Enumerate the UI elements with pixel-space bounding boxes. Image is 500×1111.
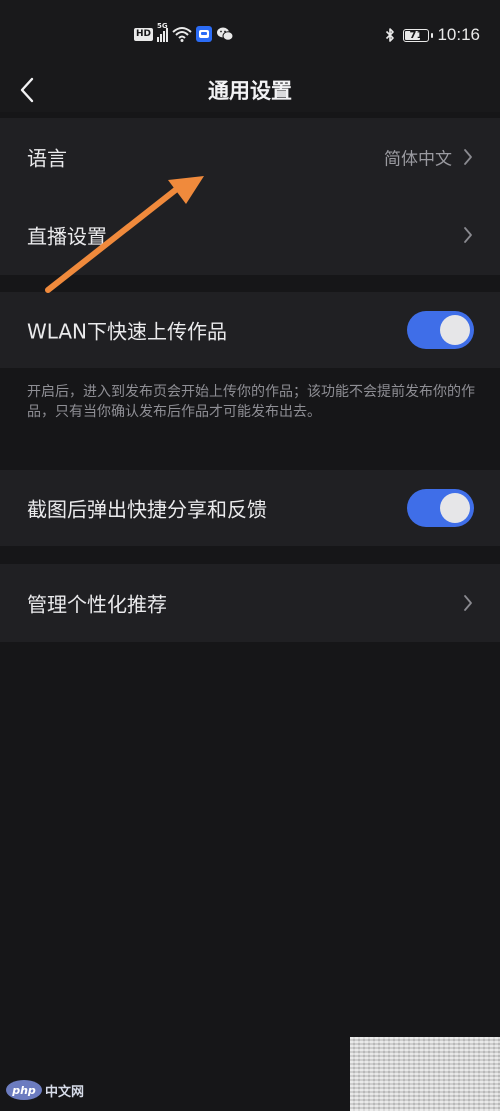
battery-icon: 71	[403, 28, 434, 42]
signal-icon: 5G	[157, 22, 169, 42]
wlan-upload-row: WLAN下快速上传作品	[0, 292, 500, 368]
wlan-upload-label: WLAN下快速上传作品	[27, 319, 228, 344]
bluetooth-icon	[386, 28, 395, 42]
general-settings-section: 语言 简体中文 直播设置	[0, 118, 500, 275]
chevron-right-icon	[462, 225, 474, 245]
chevron-right-icon	[462, 593, 474, 613]
toggle-knob	[440, 493, 470, 523]
network-type-label: 5G	[157, 22, 168, 30]
language-row[interactable]: 语言 简体中文	[0, 118, 500, 196]
toggle-knob	[440, 315, 470, 345]
language-label: 语言	[27, 146, 67, 171]
hd-badge: HD	[134, 27, 154, 41]
app-notification-icon	[196, 26, 213, 42]
status-time: 10:16	[437, 25, 480, 44]
status-bar: HD 5G 71 10:16	[0, 0, 500, 72]
watermark-patch	[350, 1037, 500, 1111]
php-logo-icon: php	[6, 1080, 42, 1100]
watermark-text: 中文网	[45, 1084, 85, 1100]
wlan-upload-section: WLAN下快速上传作品	[0, 292, 500, 368]
screenshot-share-row: 截图后弹出快捷分享和反馈	[0, 470, 500, 546]
chevron-right-icon	[462, 147, 474, 167]
status-icons-right: 71 10:16	[385, 25, 480, 45]
wechat-icon	[217, 27, 234, 41]
personalization-label: 管理个性化推荐	[27, 592, 167, 617]
live-settings-row[interactable]: 直播设置	[0, 196, 500, 274]
status-icons-left: HD 5G	[134, 22, 234, 42]
battery-percentage: 71	[409, 29, 424, 41]
watermark-logo: php 中文网	[6, 1080, 84, 1100]
personalization-row[interactable]: 管理个性化推荐	[0, 564, 500, 642]
wifi-icon	[172, 27, 192, 42]
screenshot-share-label: 截图后弹出快捷分享和反馈	[27, 497, 267, 522]
navigation-bar: 通用设置	[0, 72, 500, 112]
live-settings-label: 直播设置	[27, 224, 107, 249]
wlan-upload-toggle[interactable]	[407, 311, 474, 349]
personalization-section: 管理个性化推荐	[0, 564, 500, 642]
screenshot-share-section: 截图后弹出快捷分享和反馈	[0, 470, 500, 546]
page-title: 通用设置	[208, 79, 292, 103]
wlan-upload-hint: 开启后，进入到发布页会开始上传你的作品；该功能不会提前发布你的作品，只有当你确认…	[27, 384, 475, 420]
language-value: 简体中文	[384, 149, 452, 170]
screenshot-share-toggle[interactable]	[407, 489, 474, 527]
